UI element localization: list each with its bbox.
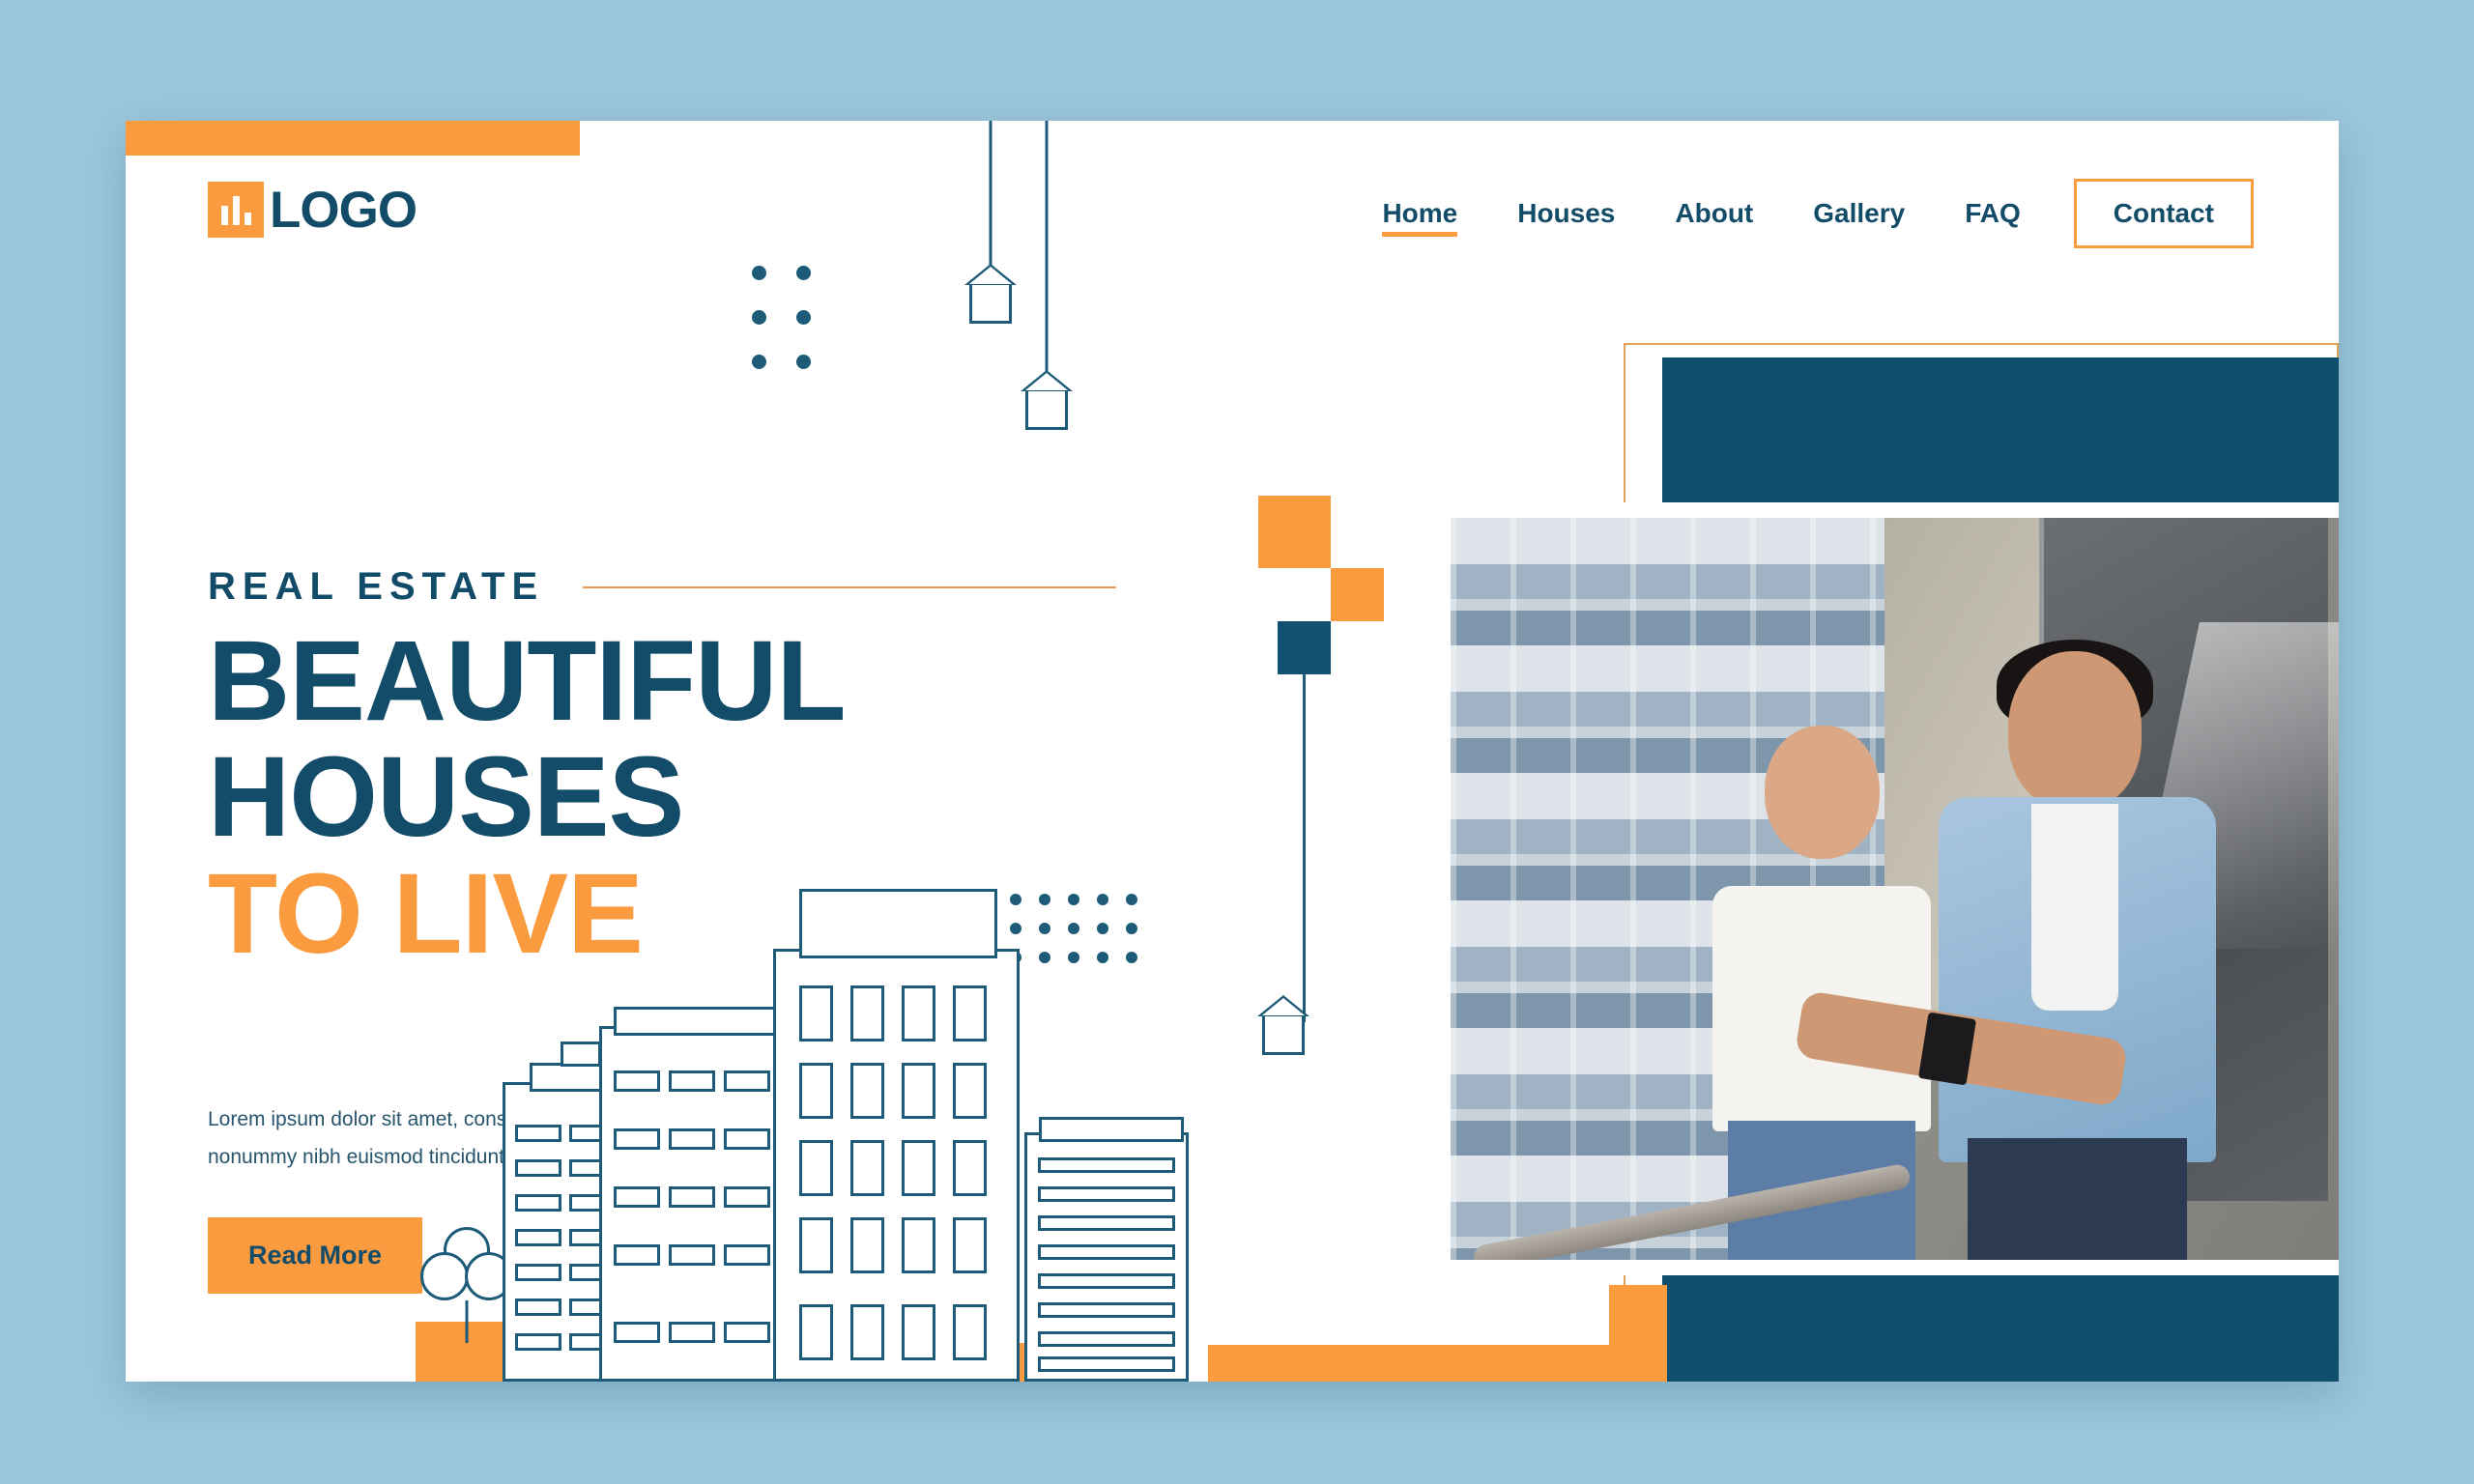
- top-accent-bar: [126, 121, 580, 156]
- window: [724, 1128, 770, 1150]
- window: [850, 1304, 884, 1360]
- window: [1038, 1186, 1175, 1202]
- eyebrow-label: REAL ESTATE: [208, 565, 545, 608]
- window: [902, 1304, 935, 1360]
- nav-item-about[interactable]: About: [1645, 183, 1783, 244]
- window: [1038, 1356, 1175, 1372]
- square-decoration: [1331, 568, 1384, 621]
- window: [953, 985, 987, 1042]
- bottom-accent-bar: [1208, 1345, 1657, 1382]
- window: [1038, 1215, 1175, 1231]
- nav-item-home[interactable]: Home: [1352, 183, 1487, 244]
- page-root: LOGO Home Houses About Gallery FAQ Conta…: [0, 0, 2474, 1484]
- square-decoration: [1258, 496, 1331, 568]
- window: [614, 1322, 660, 1343]
- window: [614, 1186, 660, 1208]
- square-decoration: [1278, 621, 1331, 674]
- window: [1038, 1273, 1175, 1289]
- window: [953, 1063, 987, 1119]
- window: [799, 1063, 833, 1119]
- dot-grid-decoration: [752, 266, 841, 399]
- window: [1038, 1244, 1175, 1260]
- window: [724, 1186, 770, 1208]
- nav-item-houses[interactable]: Houses: [1487, 183, 1645, 244]
- window: [515, 1194, 561, 1212]
- building-outline-icon: [799, 889, 997, 958]
- window: [614, 1128, 660, 1150]
- window: [1038, 1331, 1175, 1347]
- window: [799, 1304, 833, 1360]
- window: [515, 1159, 561, 1177]
- window: [902, 1217, 935, 1273]
- window: [1038, 1157, 1175, 1173]
- window: [902, 985, 935, 1042]
- hero-photo: [1451, 518, 2339, 1260]
- headline-line-2: HOUSES: [208, 733, 684, 862]
- window: [515, 1333, 561, 1351]
- window: [953, 1217, 987, 1273]
- hero-photo-frame: [1435, 502, 2339, 1275]
- window: [515, 1229, 561, 1246]
- building-outline-icon: [1039, 1117, 1184, 1142]
- nav-item-gallery[interactable]: Gallery: [1783, 183, 1935, 244]
- bottom-accent-block: [1609, 1285, 1667, 1382]
- logo[interactable]: LOGO: [208, 182, 417, 238]
- window: [515, 1125, 561, 1142]
- contact-button[interactable]: Contact: [2073, 179, 2254, 248]
- window: [724, 1070, 770, 1092]
- eyebrow-rule: [583, 585, 1116, 588]
- window: [799, 985, 833, 1042]
- window: [953, 1140, 987, 1196]
- window: [724, 1322, 770, 1343]
- window: [669, 1070, 715, 1092]
- window: [902, 1140, 935, 1196]
- window: [669, 1244, 715, 1266]
- window: [799, 1140, 833, 1196]
- window: [614, 1070, 660, 1092]
- bar-chart-icon: [208, 182, 264, 238]
- window: [614, 1244, 660, 1266]
- main-navigation: Home Houses About Gallery FAQ Contact: [1352, 179, 2254, 248]
- window: [669, 1186, 715, 1208]
- window: [902, 1063, 935, 1119]
- window: [724, 1244, 770, 1266]
- window: [953, 1304, 987, 1360]
- window: [850, 985, 884, 1042]
- city-skyline-illustration: [126, 879, 1372, 1382]
- building-outline-icon: [561, 1042, 601, 1067]
- window: [669, 1128, 715, 1150]
- window: [850, 1140, 884, 1196]
- tree-outline-icon: [420, 1227, 513, 1343]
- window: [515, 1298, 561, 1316]
- nav-item-faq[interactable]: FAQ: [1935, 183, 2051, 244]
- window: [1038, 1302, 1175, 1318]
- window: [799, 1217, 833, 1273]
- headline-line-1: BEAUTIFUL: [208, 617, 847, 745]
- window: [515, 1264, 561, 1281]
- eyebrow-row: REAL ESTATE: [208, 565, 1116, 609]
- window: [669, 1322, 715, 1343]
- window: [850, 1217, 884, 1273]
- window: [850, 1063, 884, 1119]
- landing-card: LOGO Home Houses About Gallery FAQ Conta…: [126, 121, 2339, 1382]
- building-outline-icon: [614, 1007, 778, 1036]
- logo-text: LOGO: [270, 181, 417, 239]
